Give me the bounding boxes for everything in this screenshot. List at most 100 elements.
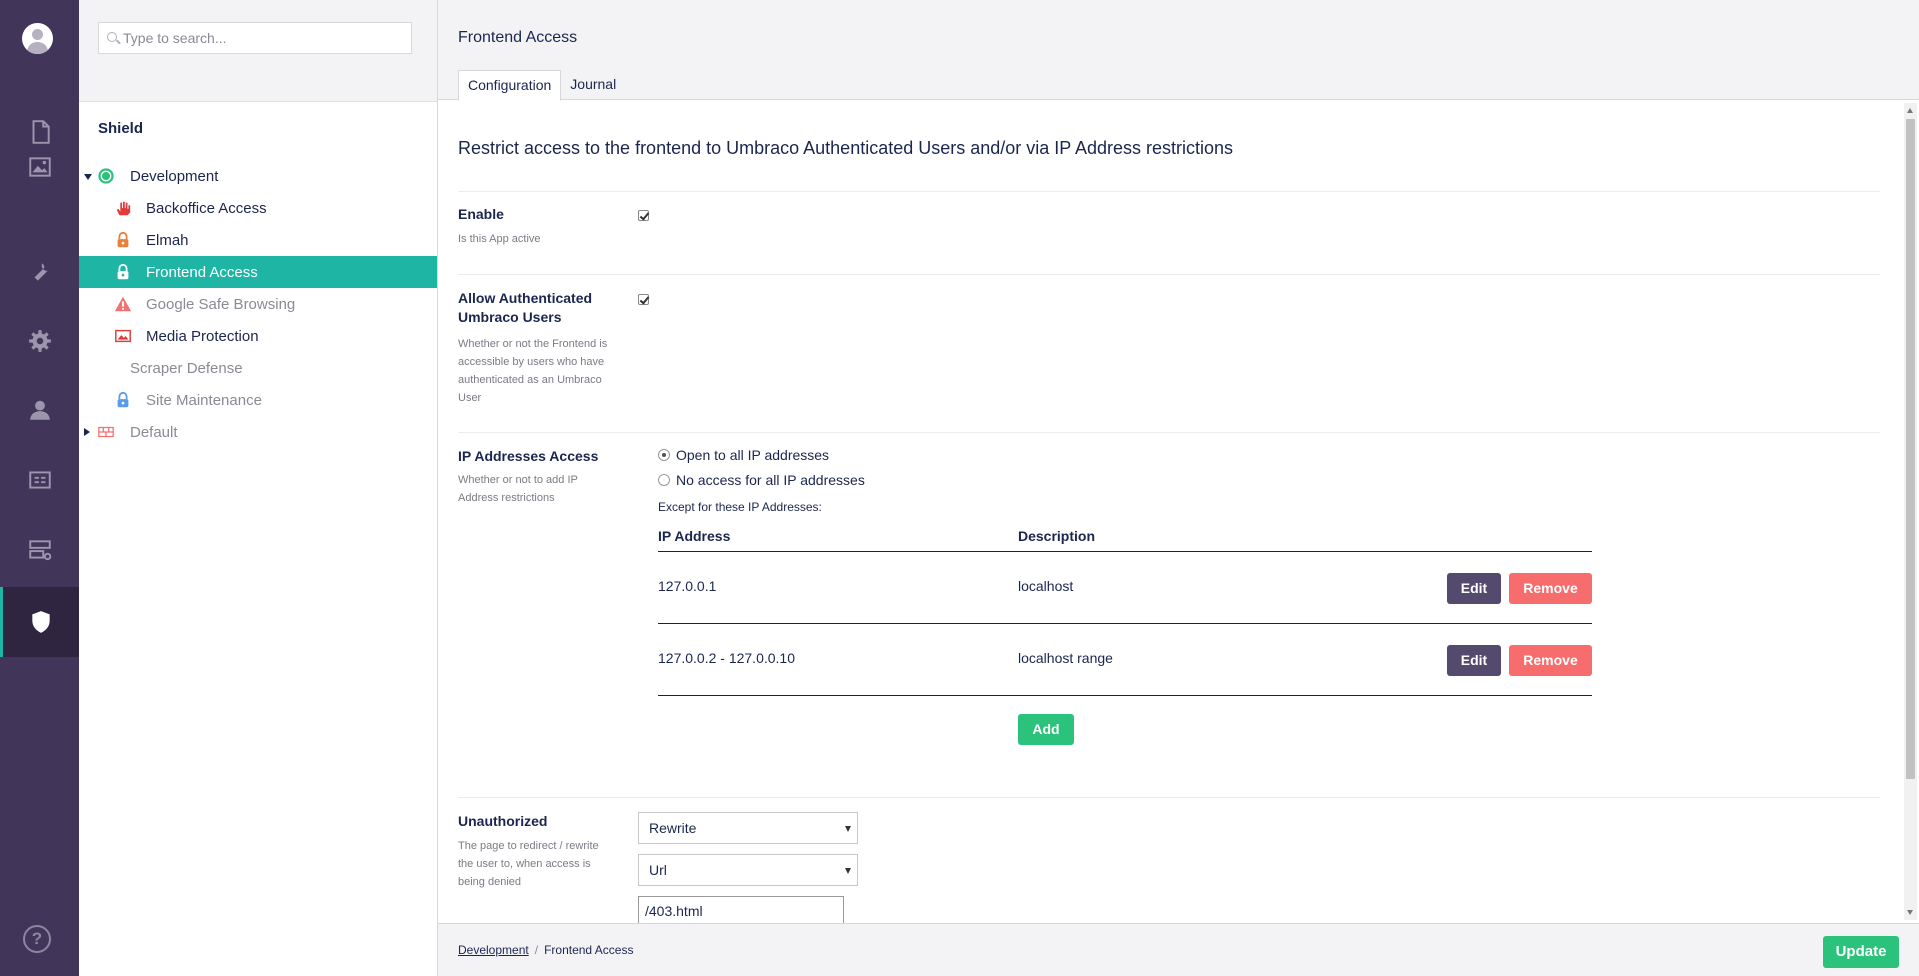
tree-node-backoffice-access[interactable]: Backoffice Access [79,192,437,224]
users-icon [29,400,50,420]
description-cell: localhost [1018,578,1074,594]
settings-wrench-icon [34,263,48,281]
tree-node-media-protection[interactable]: Media Protection [79,320,437,352]
tree-node-label: Site Maintenance [146,391,262,409]
ip-cell: 127.0.0.2 - 127.0.0.10 [658,650,795,666]
tree-node-label: Google Safe Browsing [146,295,296,313]
main-panel: Frontend Access Configuration Journal Re… [438,0,1919,976]
dropdown-arrow-icon [845,826,851,832]
tree-node-site-maintenance[interactable]: Site Maintenance [79,384,437,416]
page-title: Frontend Access [458,29,578,46]
members-icon [28,471,51,489]
enable-checkbox[interactable] [638,210,649,221]
lock-icon [114,391,132,409]
help-icon[interactable]: ? [23,925,51,953]
edit-button[interactable]: Edit [1447,645,1501,676]
globe-icon [97,167,115,185]
ip-access-description: Whether or not to add IP Address restric… [458,474,578,504]
tree-section-title: Shield [98,120,144,137]
tab-journal[interactable]: Journal [561,70,625,101]
hand-icon [114,199,132,217]
tree-node-scraper-defense[interactable]: Scraper Defense [79,352,437,384]
tree-node-label: Frontend Access [146,263,258,281]
unauthorized-type-select[interactable]: Url [638,854,858,886]
editor-header: Frontend Access Configuration Journal [438,0,1919,101]
add-ip-button[interactable]: Add [1018,714,1074,745]
picture-icon [114,327,132,345]
edit-button[interactable]: Edit [1447,573,1501,604]
unauthorized-description: The page to redirect / rewrite the user … [458,840,599,888]
firewall-icon [97,423,115,441]
enable-label: Enable [458,206,504,222]
developer-gear-icon [28,330,51,352]
select-value: Url [649,862,667,878]
rail-users[interactable] [0,375,79,445]
breadcrumb-separator: / [534,943,539,957]
forms-icon [28,540,51,561]
allow-auth-description: Whether or not the Frontend is accessibl… [458,338,608,404]
radio-label: Open to all IP addresses [676,447,830,463]
description-cell: localhost range [1018,650,1113,666]
radio-label: No access for all IP addresses [676,472,865,488]
radio-open-all[interactable]: Open to all IP addresses [658,447,829,463]
unauthorized-action-select[interactable]: Rewrite [638,812,858,844]
column-ip-address: IP Address [658,528,731,544]
scrollbar-thumb[interactable] [1906,119,1915,779]
tree-node-label: Elmah [146,231,189,249]
tree-node-frontend-access[interactable]: Frontend Access [79,256,437,288]
section-rail: ? [0,0,79,976]
lock-icon [114,263,132,281]
warning-icon [114,295,132,313]
tree-node-default[interactable]: Default [79,416,437,448]
radio-button[interactable] [658,449,670,461]
divider [458,797,1880,798]
shield-icon [32,611,50,633]
remove-button[interactable]: Remove [1509,573,1592,604]
tree-node-label: Backoffice Access [146,199,267,217]
rail-forms[interactable] [0,515,79,585]
tab-configuration[interactable]: Configuration [458,70,562,101]
unauthorized-url-input[interactable]: /403.html [638,896,844,923]
tree-search-box[interactable] [98,22,412,54]
app-description: Restrict access to the frontend to Umbra… [458,138,1234,158]
remove-button[interactable]: Remove [1509,645,1592,676]
search-icon [107,32,117,42]
rail-settings[interactable] [0,237,79,307]
search-input[interactable] [123,28,403,48]
unauthorized-label: Unauthorized [458,813,548,829]
rail-shield[interactable] [0,587,79,657]
breadcrumb-development[interactable]: Development [458,943,529,957]
caret-down-icon[interactable] [84,174,92,180]
ip-table-header: IP Address Description [658,528,1592,552]
editor-content: Restrict access to the frontend to Umbra… [458,100,1888,923]
scroll-up-icon[interactable] [1907,108,1913,113]
update-button[interactable]: Update [1823,936,1899,968]
media-icon [28,157,51,177]
scroll-down-icon[interactable] [1907,910,1913,915]
caret-right-icon[interactable] [84,428,90,436]
rail-media[interactable] [0,132,79,202]
ip-access-label: IP Addresses Access [458,448,599,464]
radio-button[interactable] [658,474,670,486]
rail-developer[interactable] [0,306,79,376]
tree-node-label: Development [130,167,219,185]
tree-node-google-safe-browsing[interactable]: Google Safe Browsing [79,288,437,320]
user-avatar[interactable] [22,23,53,54]
tree-node-elmah[interactable]: Elmah [79,224,437,256]
tree-node-development[interactable]: Development [79,160,437,192]
lock-icon [114,231,132,249]
divider [458,191,1880,192]
editor-footer: Development / Frontend Access Update [438,923,1919,976]
column-description: Description [1018,528,1096,544]
ip-cell: 127.0.0.1 [658,578,717,594]
ip-table: IP Address Description 127.0.0.1 localho… [658,528,1592,696]
radio-no-access[interactable]: No access for all IP addresses [658,472,865,488]
except-label: Except for these IP Addresses: [658,500,822,514]
allow-auth-checkbox[interactable] [638,294,649,305]
rail-members[interactable] [0,445,79,515]
enable-description: Is this App active [458,233,541,245]
tree-search-area [79,0,437,102]
content-scrollbar[interactable] [1904,103,1917,920]
breadcrumb-current: Frontend Access [544,943,634,957]
divider [458,432,1880,433]
